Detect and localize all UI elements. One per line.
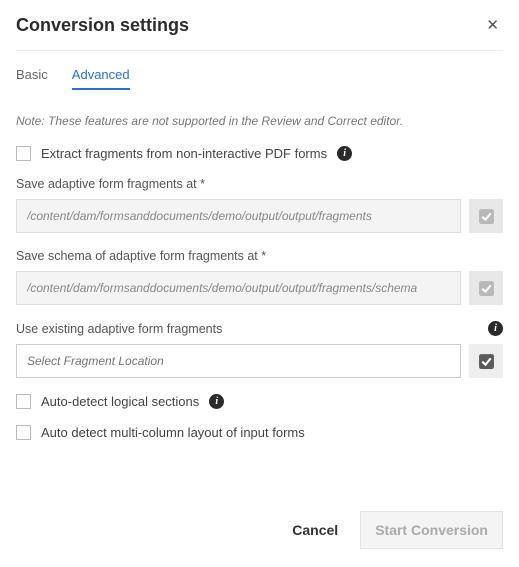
save-schema-input[interactable]	[16, 271, 461, 305]
auto-detect-sections-label: Auto-detect logical sections	[41, 394, 199, 409]
save-schema-toggle[interactable]	[469, 271, 503, 305]
use-existing-label: Use existing adaptive form fragments	[16, 322, 222, 336]
save-fragments-toggle[interactable]	[469, 199, 503, 233]
save-schema-label: Save schema of adaptive form fragments a…	[16, 249, 503, 263]
extract-fragments-checkbox[interactable]	[16, 146, 31, 161]
cancel-button[interactable]: Cancel	[284, 512, 346, 548]
info-icon[interactable]: i	[209, 394, 224, 409]
save-fragments-label: Save adaptive form fragments at *	[16, 177, 503, 191]
note-text: Note: These features are not supported i…	[16, 114, 503, 128]
start-conversion-button[interactable]: Start Conversion	[360, 511, 503, 549]
dialog-title: Conversion settings	[16, 15, 189, 36]
auto-detect-sections-checkbox[interactable]	[16, 394, 31, 409]
close-icon[interactable]: ✕	[482, 14, 503, 36]
use-existing-toggle[interactable]	[469, 344, 503, 378]
info-icon[interactable]: i	[488, 321, 503, 336]
auto-detect-columns-checkbox[interactable]	[16, 425, 31, 440]
fragment-location-input[interactable]	[16, 344, 461, 378]
extract-fragments-label: Extract fragments from non-interactive P…	[41, 146, 327, 161]
tab-advanced[interactable]: Advanced	[72, 67, 130, 90]
tab-basic[interactable]: Basic	[16, 67, 48, 90]
auto-detect-columns-label: Auto detect multi-column layout of input…	[41, 425, 305, 440]
info-icon[interactable]: i	[337, 146, 352, 161]
tab-bar: Basic Advanced	[16, 67, 503, 90]
save-fragments-input[interactable]	[16, 199, 461, 233]
